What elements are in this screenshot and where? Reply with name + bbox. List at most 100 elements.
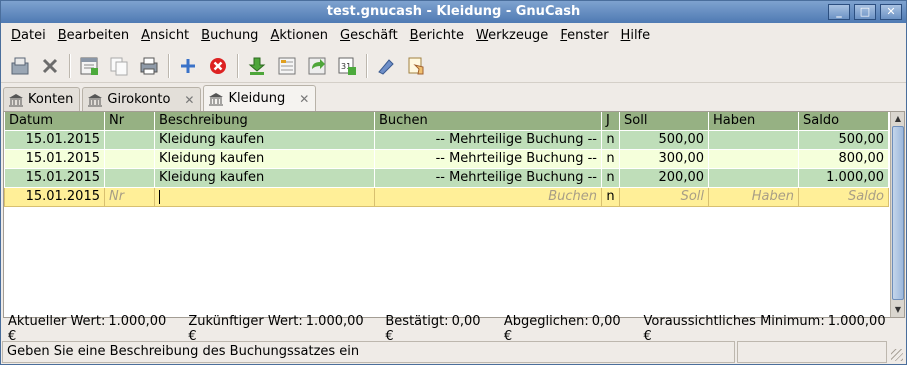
cell-nr[interactable]: Nr	[104, 186, 155, 207]
menu-hilfe[interactable]: Hilfe	[615, 28, 657, 43]
duplicate-icon	[110, 57, 128, 75]
new-invoice-icon	[80, 57, 98, 75]
cell-nr[interactable]	[104, 167, 155, 188]
tab-close-icon[interactable]: ✕	[184, 93, 194, 107]
cell-saldo: Saldo	[798, 186, 889, 207]
menu-berichte[interactable]: Berichte	[404, 28, 470, 43]
cell-haben[interactable]	[708, 129, 799, 150]
tab-konten[interactable]: Konten	[3, 87, 81, 111]
window-close-button[interactable]: ✕	[880, 4, 902, 20]
cell-nr[interactable]	[104, 129, 155, 150]
tab-close-icon[interactable]: ✕	[299, 92, 309, 106]
account-icon	[9, 93, 23, 106]
maximize-button[interactable]: □	[854, 4, 876, 20]
status-message: Geben Sie eine Beschreibung des Buchungs…	[2, 340, 735, 363]
menu-werkzeuge[interactable]: Werkzeuge	[470, 28, 554, 43]
text-cursor	[159, 189, 160, 204]
column-header-buchen[interactable]: Buchen	[374, 112, 602, 131]
cell-soll[interactable]: 300,00	[619, 148, 709, 169]
menu-ansicht[interactable]: Ansicht	[135, 28, 195, 43]
app-window: test.gnucash - Kleidung - GnuCash _ □ ✕ …	[0, 0, 907, 365]
cell-beschreibung[interactable]: Kleidung kaufen	[154, 148, 375, 169]
cell-j[interactable]: n	[601, 186, 620, 207]
transfer-button[interactable]	[373, 53, 399, 79]
menu-geschaeft[interactable]: Geschäft	[334, 28, 404, 43]
cell-nr[interactable]	[104, 148, 155, 169]
schedule-button[interactable]: 31	[334, 53, 360, 79]
register-table: Datum Nr Beschreibung Buchen J Soll Habe…	[4, 112, 889, 207]
import-button[interactable]	[244, 53, 270, 79]
cell-datum[interactable]: 15.01.2015	[4, 129, 105, 150]
new-invoice-button[interactable]	[76, 53, 102, 79]
reconcile-button[interactable]	[403, 53, 429, 79]
resize-grip-icon[interactable]	[891, 349, 903, 361]
summary-label: Voraussichtliches Minimum:	[643, 314, 825, 329]
column-header-haben[interactable]: Haben	[708, 112, 799, 131]
cell-buchen[interactable]: Buchen	[374, 186, 602, 207]
table-row[interactable]: 15.01.2015 Kleidung kaufen -- Mehrteilig…	[4, 148, 889, 169]
scroll-thumb[interactable]	[892, 126, 904, 300]
tab-girokonto[interactable]: Girokonto ✕	[82, 87, 202, 111]
cell-soll[interactable]: 500,00	[619, 129, 709, 150]
register-header-row: Datum Nr Beschreibung Buchen J Soll Habe…	[4, 112, 889, 131]
cell-soll[interactable]: 200,00	[619, 167, 709, 188]
cell-j[interactable]: n	[601, 129, 620, 150]
tab-kleidung[interactable]: Kleidung ✕	[203, 85, 317, 111]
column-header-beschreibung[interactable]: Beschreibung	[154, 112, 375, 131]
cell-soll[interactable]: Soll	[619, 186, 709, 207]
column-header-j[interactable]: J	[601, 112, 620, 131]
menu-aktionen[interactable]: Aktionen	[264, 28, 334, 43]
register-ledger: Datum Nr Beschreibung Buchen J Soll Habe…	[3, 111, 905, 318]
table-row[interactable]: 15.01.2015 Kleidung kaufen -- Mehrteilig…	[4, 167, 889, 188]
cell-buchen[interactable]: -- Mehrteilige Buchung --	[374, 167, 602, 188]
close-icon	[42, 58, 58, 73]
cell-j[interactable]: n	[601, 167, 620, 188]
delete-button[interactable]	[205, 53, 231, 79]
import-icon	[248, 57, 266, 75]
add-button[interactable]	[175, 53, 201, 79]
minimize-button[interactable]: _	[828, 4, 850, 20]
cell-j[interactable]: n	[601, 148, 620, 169]
cell-datum[interactable]: 15.01.2015	[4, 167, 105, 188]
column-header-saldo[interactable]: Saldo	[798, 112, 889, 131]
toolbar: 31	[1, 49, 906, 83]
cell-beschreibung[interactable]: Kleidung kaufen	[154, 129, 375, 150]
duplicate-button[interactable]	[106, 53, 132, 79]
status-bar: Geben Sie eine Beschreibung des Buchungs…	[1, 339, 906, 364]
add-icon	[181, 58, 195, 73]
tab-label: Girokonto	[107, 92, 171, 107]
cell-buchen[interactable]: -- Mehrteilige Buchung --	[374, 148, 602, 169]
scroll-up-icon[interactable]: ▲	[892, 113, 904, 125]
title-bar[interactable]: test.gnucash - Kleidung - GnuCash _ □ ✕	[1, 1, 906, 23]
cell-haben[interactable]	[708, 148, 799, 169]
cell-datum[interactable]: 15.01.2015	[4, 186, 105, 207]
column-header-datum[interactable]: Datum	[4, 112, 105, 131]
description-input[interactable]	[154, 186, 375, 207]
table-row[interactable]: 15.01.2015 Kleidung kaufen -- Mehrteilig…	[4, 129, 889, 150]
status-progress	[737, 340, 887, 363]
menu-fenster[interactable]: Fenster	[554, 28, 614, 43]
print-icon	[140, 57, 158, 74]
scroll-down-icon[interactable]: ▼	[892, 304, 904, 316]
menu-datei[interactable]: Datei	[5, 28, 52, 43]
column-header-nr[interactable]: Nr	[104, 112, 155, 131]
menu-bearbeiten[interactable]: Bearbeiten	[52, 28, 135, 43]
reconcile-icon	[408, 57, 424, 74]
toolbar-separator	[168, 53, 170, 78]
summary-label: Aktueller Wert:	[8, 314, 106, 329]
menu-buchung[interactable]: Buchung	[195, 28, 264, 43]
print-button[interactable]	[136, 53, 162, 79]
column-header-soll[interactable]: Soll	[619, 112, 709, 131]
cell-haben[interactable]: Haben	[708, 186, 799, 207]
vertical-scrollbar[interactable]: ▲ ▼	[890, 112, 904, 317]
save-button[interactable]	[7, 53, 33, 79]
cell-datum[interactable]: 15.01.2015	[4, 148, 105, 169]
cell-haben[interactable]	[708, 167, 799, 188]
cell-beschreibung[interactable]: Kleidung kaufen	[154, 167, 375, 188]
cell-buchen[interactable]: -- Mehrteilige Buchung --	[374, 129, 602, 150]
close-button[interactable]	[37, 53, 63, 79]
jump-button[interactable]	[304, 53, 330, 79]
toolbar-separator	[69, 53, 71, 78]
blank-transaction-row[interactable]: 15.01.2015 Nr Buchen n Soll Haben Saldo	[4, 186, 889, 207]
split-button[interactable]	[274, 53, 300, 79]
